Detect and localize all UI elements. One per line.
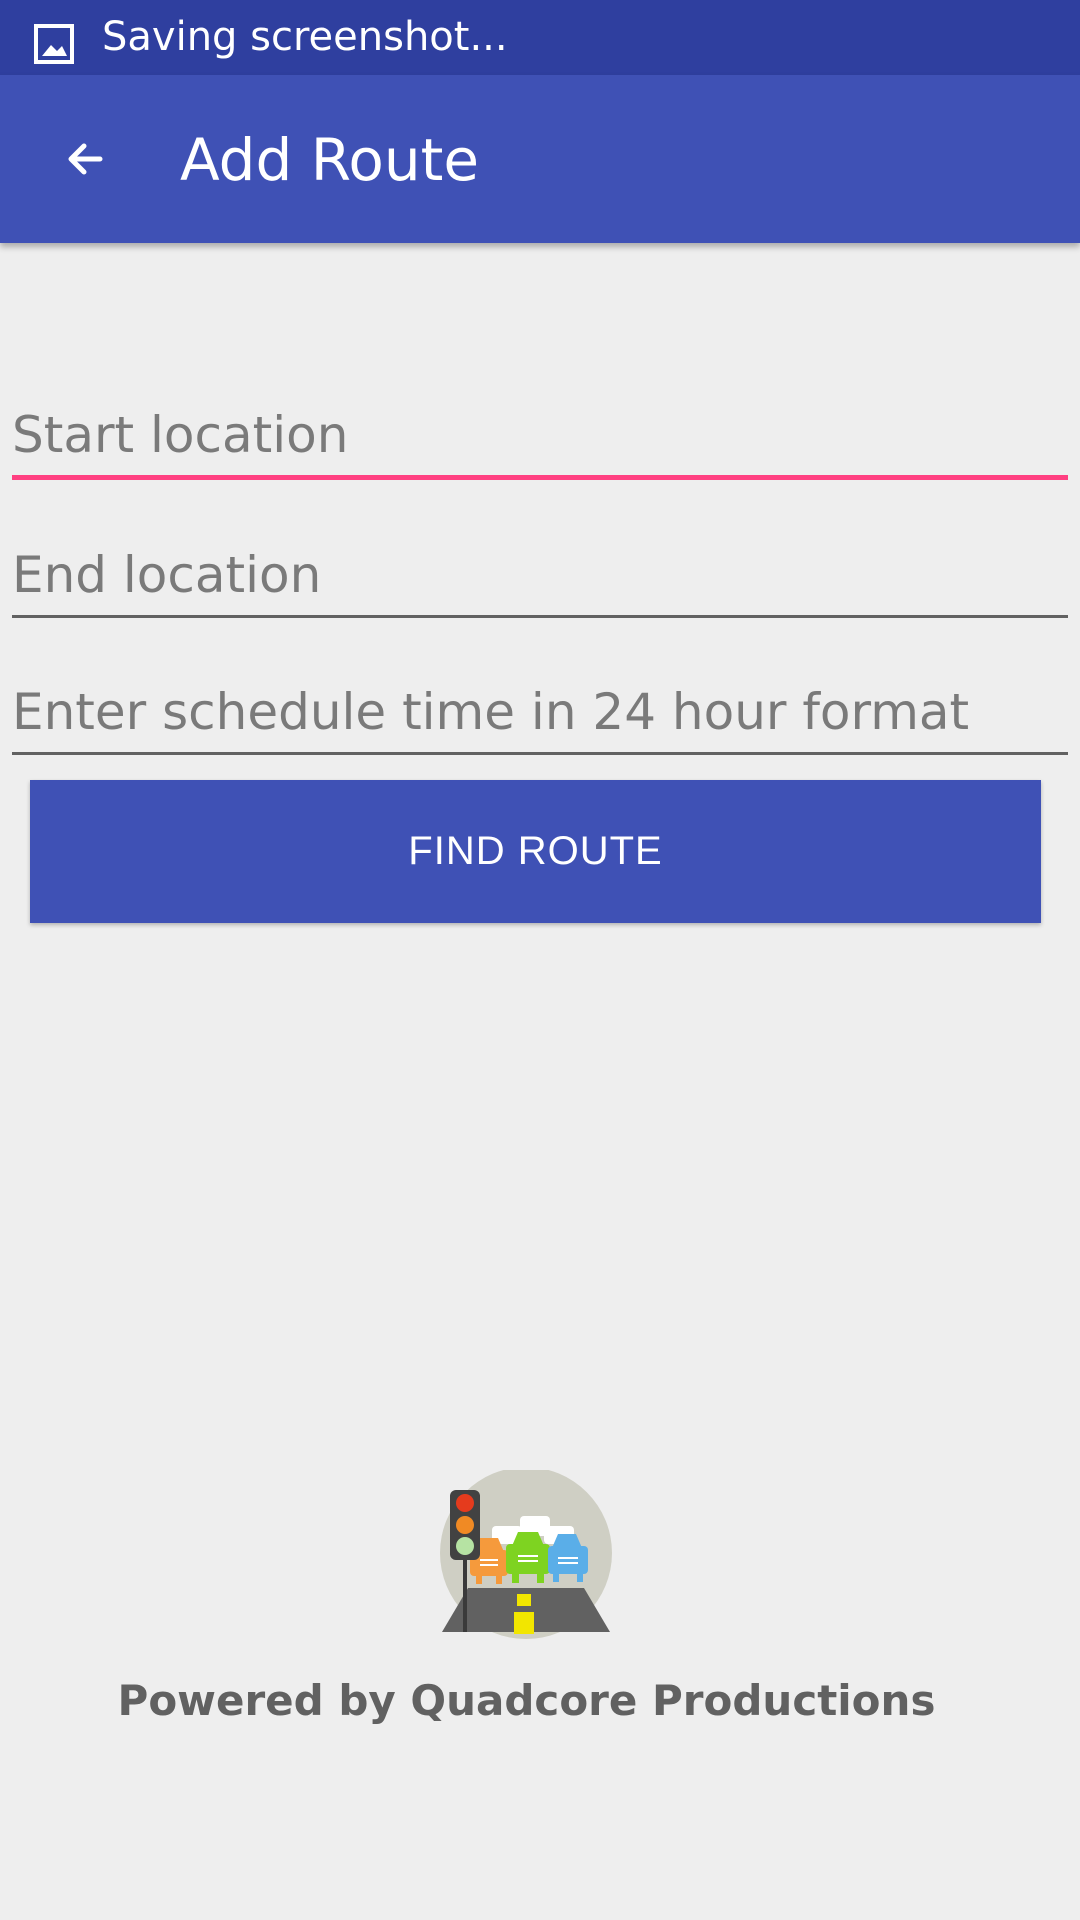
- image-icon: [34, 24, 74, 64]
- status-text: Saving screenshot...: [102, 14, 508, 60]
- end-location-field: [12, 535, 1068, 618]
- end-location-underline: [12, 615, 1068, 618]
- app-bar: Add Route: [0, 75, 1080, 243]
- end-location-input[interactable]: [12, 535, 1068, 615]
- back-button[interactable]: [48, 121, 124, 197]
- status-bar: Saving screenshot...: [0, 0, 1080, 75]
- schedule-time-underline: [12, 752, 1068, 755]
- start-location-input[interactable]: [12, 395, 1068, 475]
- find-route-button[interactable]: FIND ROUTE: [30, 780, 1041, 923]
- powered-by-text: Powered by Quadcore Productions: [117, 1676, 936, 1725]
- schedule-time-field: [12, 672, 1068, 755]
- start-location-underline: [12, 475, 1068, 480]
- traffic-jam-logo: [434, 1467, 614, 1640]
- arrow-left-icon: [48, 121, 124, 197]
- page-title: Add Route: [180, 126, 480, 194]
- schedule-time-input[interactable]: [12, 672, 1068, 752]
- start-location-field: [12, 395, 1068, 480]
